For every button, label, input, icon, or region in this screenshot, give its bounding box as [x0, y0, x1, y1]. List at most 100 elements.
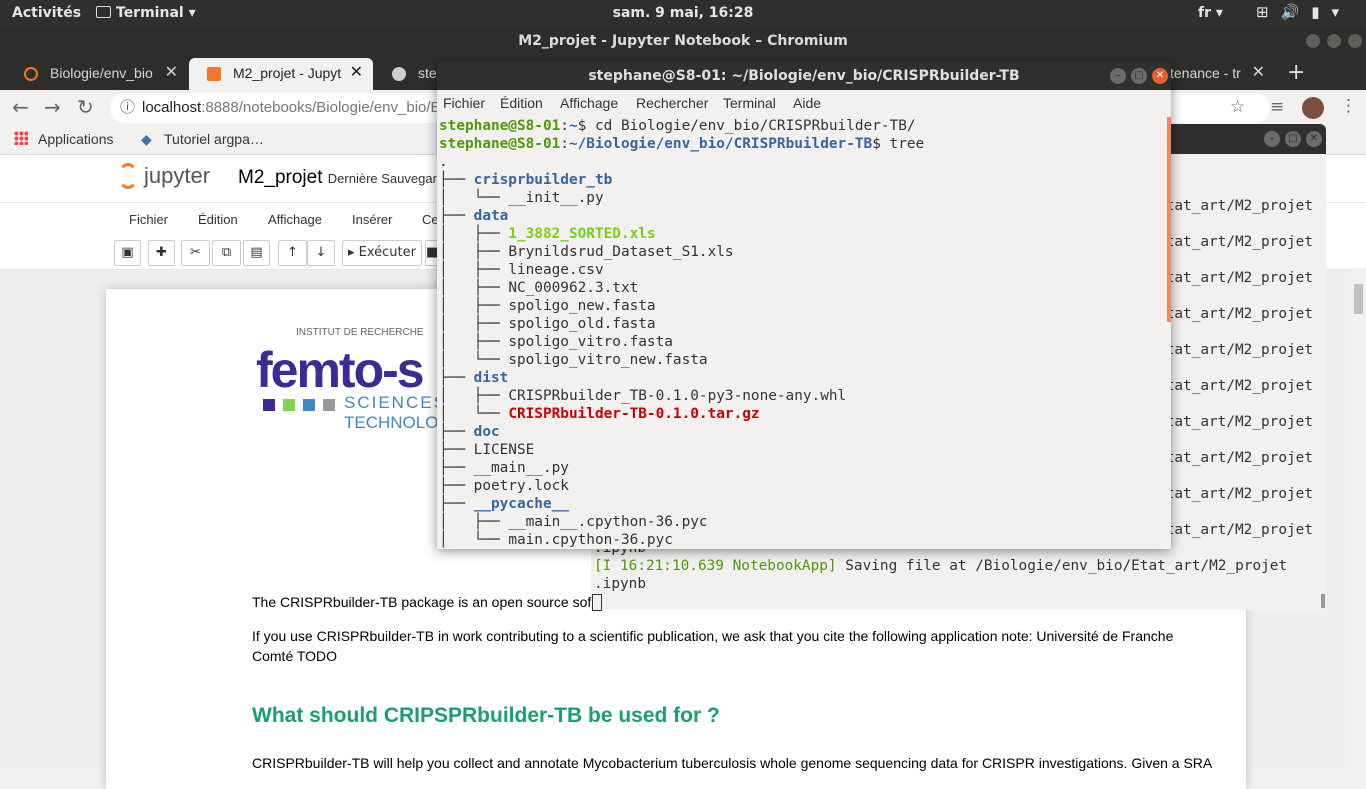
menu-rechercher[interactable]: Rechercher [636, 95, 708, 111]
command-text: $ cd Biologie/env_bio/CRISPRbuilder-TB/ [577, 118, 916, 134]
activities-button[interactable]: Activités [12, 5, 81, 21]
minimize-icon[interactable]: – [1264, 131, 1280, 147]
maximize-icon[interactable]: □ [1131, 68, 1147, 84]
media-icon[interactable]: ≡ [1270, 97, 1284, 117]
terminal-output[interactable]: stephane@S8-01:~$ cd Biologie/env_bio/CR… [437, 117, 1171, 549]
browser-title-bar: M2_projet - Jupyter Notebook – Chromium [0, 27, 1366, 55]
scrollbar-thumb[interactable] [1354, 284, 1363, 314]
cut-icon[interactable]: ✂ [181, 240, 210, 266]
tree-file: spoligo_old.fasta [508, 316, 656, 332]
tree-branch: │ ├── [439, 298, 509, 314]
apps-icon [14, 131, 28, 148]
tree-branch: ├── [439, 370, 474, 386]
command-line: stephane@S8-01:~/Biologie/env_bio/CRISPR… [439, 136, 925, 152]
close-tab-icon[interactable]: ✕ [165, 58, 178, 88]
terminal-scrollbar[interactable] [1167, 117, 1171, 322]
logo-square [263, 399, 275, 411]
logo-square [283, 399, 295, 411]
menu-terminal[interactable]: Terminal [723, 95, 776, 111]
tab-m2-projet[interactable]: M2_projet - Jupyt ✕ [189, 58, 373, 90]
log-line: tat_art/M2_projet [1165, 486, 1313, 502]
paste-icon[interactable]: ▤ [243, 240, 270, 266]
tree-line: │ ├── Brynildsrud_Dataset_S1.xls [439, 243, 734, 261]
page-scrollbar[interactable] [1351, 268, 1366, 768]
menu-edition[interactable]: Édition [198, 212, 238, 227]
tree-line: │ └── __init__.py [439, 189, 604, 207]
tree-file: lineage.csv [508, 262, 604, 278]
notebook-name[interactable]: M2_projet [238, 167, 323, 188]
tree-branch: │ ├── [439, 226, 509, 242]
app-menu-button[interactable]: Terminal ▾ [96, 5, 196, 21]
menu-affichage[interactable]: Affichage [560, 95, 618, 111]
tree-line: ├── poetry.lock [439, 477, 569, 495]
menu-affichage[interactable]: Affichage [268, 212, 322, 227]
jupyter-icon [24, 67, 38, 81]
terminal-icon [96, 6, 111, 18]
tab-biologie[interactable]: Biologie/env_bio ✕ [6, 58, 188, 90]
tree-line: │ └── main.cpython-36.pyc [439, 531, 673, 549]
tree-line: │ └── CRISPRbuilder-TB-0.1.0.tar.gz [439, 405, 760, 423]
tree-file: main.cpython-36.pyc [508, 532, 673, 548]
tab-github[interactable]: step [374, 58, 444, 90]
reload-icon[interactable]: ↻ [77, 95, 94, 119]
tree-line: ├── dist [439, 369, 508, 387]
save-icon[interactable]: ▣ [114, 240, 141, 266]
tree-file: LICENSE [473, 442, 535, 458]
menu-fichier[interactable]: Fichier [129, 212, 168, 227]
log-prefix: [I 16:21:10.639 NotebookApp] [594, 558, 837, 574]
avatar[interactable] [1302, 97, 1324, 119]
command-text: $ tree [872, 136, 925, 152]
terminal-title[interactable]: stephane@S8-01: ~/Biologie/env_bio/CRISP… [437, 62, 1171, 90]
prompt-user: stephane@S8-01 [439, 136, 561, 152]
menu-edition[interactable]: Édition [500, 95, 543, 111]
run-button[interactable]: ▸ Exécuter [342, 240, 422, 266]
terminal-window[interactable]: stephane@S8-01: ~/Biologie/env_bio/CRISP… [437, 62, 1171, 549]
jupyter-logo[interactable]: jupyter [118, 163, 210, 189]
terminal-scrollbar[interactable] [1321, 594, 1325, 608]
notebook-icon [207, 67, 221, 81]
notebook-title[interactable]: M2_projet Dernière Sauvegar [238, 167, 437, 189]
tree-line: │ ├── spoligo_old.fasta [439, 315, 656, 333]
bookmark-tutoriel[interactable]: Tutoriel argpa… [164, 131, 264, 147]
clock[interactable]: sam. 9 mai, 16:28 [0, 5, 1366, 21]
move-down-icon[interactable]: ↓ [307, 240, 335, 266]
copy-icon[interactable]: ⧉ [212, 240, 241, 266]
move-up-icon[interactable]: ↑ [278, 240, 307, 266]
bookmark-star-icon[interactable]: ☆ [1230, 97, 1245, 117]
maximize-icon[interactable] [1327, 34, 1341, 48]
add-cell-icon[interactable]: ✚ [148, 240, 175, 266]
menu-inserer[interactable]: Insérer [352, 212, 392, 227]
more-icon[interactable]: ⋮ [1340, 96, 1357, 116]
close-tab-icon[interactable]: ✕ [1252, 58, 1265, 88]
minimize-icon[interactable]: – [1110, 68, 1126, 84]
tree-branch: ├── [439, 478, 474, 494]
new-tab-button[interactable]: + [1287, 60, 1305, 85]
maximize-icon[interactable]: □ [1285, 131, 1301, 147]
tree-line: ├── crisprbuilder_tb [439, 171, 612, 189]
close-tab-icon[interactable]: ✕ [350, 58, 363, 88]
forward-icon[interactable]: → [44, 95, 61, 119]
tree-branch: │ └── [439, 532, 509, 548]
close-icon[interactable]: ✕ [1306, 131, 1322, 147]
python-icon: ◆ [141, 131, 152, 147]
tree-line: │ ├── __main__.cpython-36.pyc [439, 513, 708, 531]
bookmark-applications[interactable]: Applications [38, 131, 114, 147]
back-icon[interactable]: ← [12, 95, 29, 119]
tree-line: ├── __main__.py [439, 459, 569, 477]
system-menu[interactable]: ⊞ 🔊 ▮ ▾ [1256, 3, 1339, 21]
keyboard-layout-button[interactable]: fr ▾ [1198, 5, 1223, 21]
tree-line: │ ├── lineage.csv [439, 261, 604, 279]
tree-file: spoligo_vitro.fasta [508, 334, 673, 350]
menu-aide[interactable]: Aide [793, 95, 821, 111]
jupyter-logo-text: jupyter [144, 163, 211, 188]
tree-branch: │ ├── [439, 388, 509, 404]
close-icon[interactable]: ✕ [1152, 68, 1168, 84]
close-icon[interactable] [1348, 34, 1362, 48]
menu-fichier[interactable]: Fichier [443, 95, 485, 111]
prompt-path: ~ [568, 118, 578, 134]
tree-directory: doc [473, 424, 500, 440]
tree-branch: ├── [439, 442, 474, 458]
minimize-icon[interactable] [1306, 34, 1320, 48]
tree-line: ├── LICENSE [439, 441, 534, 459]
tree-branch: ├── [439, 496, 474, 512]
